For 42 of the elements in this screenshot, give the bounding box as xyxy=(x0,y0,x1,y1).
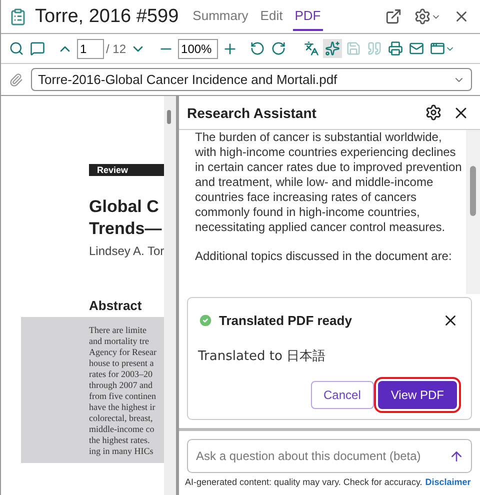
disclaimer-link[interactable]: Disclaimer xyxy=(425,477,471,487)
disclaimer-note: AI-generated content: quality may vary. Check for accuracy. xyxy=(185,477,422,487)
abstract-heading: Abstract xyxy=(89,298,143,313)
abstract-line: ing in many HICs xyxy=(89,446,154,457)
abstract-line: There are limite xyxy=(89,325,148,336)
printer-icon[interactable] xyxy=(386,39,406,58)
abstract-line: and mortality tre xyxy=(89,336,150,347)
page-field[interactable]: 1 xyxy=(77,38,104,58)
send-icon[interactable] xyxy=(449,449,464,464)
abstract-line: have the highest ir xyxy=(89,402,156,413)
abstract-line: rates for 2003–20 xyxy=(89,369,154,380)
abstract-line: Agency for Resear xyxy=(89,347,158,358)
notification-message: Translated to 日本語 xyxy=(198,348,327,365)
window-title: Torre, 2016 #599 xyxy=(35,6,179,28)
abstract-line: colorectal, breast, xyxy=(89,413,154,424)
check-icon xyxy=(198,313,213,328)
review-label: Review xyxy=(89,164,164,176)
zoom-field[interactable]: 100% xyxy=(178,38,218,58)
abstract-line: middle-income co xyxy=(89,424,156,435)
page-total: / 12 xyxy=(106,42,126,56)
tab[interactable]: Summary xyxy=(190,2,250,31)
paperclip-icon xyxy=(9,72,23,86)
tab[interactable]: Edit xyxy=(258,2,285,31)
article-authors: Lindsey A. Tor xyxy=(89,244,164,258)
abstract-line: from five continen xyxy=(89,391,157,402)
answer-paragraph: The burden of cancer is substantial worldwide, with high-income countries experiencing declines in certain cancer rates due to improved prevention and treatment, while low- and middle-income countries face increasing rates of cancers commonly found in high-income countries, necessitating applied cancer control measures. xyxy=(195,130,462,235)
clipboard-icon xyxy=(9,8,27,26)
abstract-line: house to present a xyxy=(89,358,155,369)
article-title: Global C Trends— xyxy=(89,196,163,240)
sparkles-icon[interactable] xyxy=(323,39,342,58)
scrollbar[interactable] xyxy=(164,96,176,495)
secondary-button[interactable]: Cancel xyxy=(310,381,374,409)
abstract-line: the highest rates. xyxy=(89,435,151,446)
tab[interactable]: PDF xyxy=(292,2,323,31)
notification-title: Translated PDF ready xyxy=(219,313,353,328)
answer-paragraph: Additional topics discussed in the document are: xyxy=(195,249,453,264)
scrollbar[interactable] xyxy=(466,130,480,294)
translate-icon[interactable] xyxy=(302,39,322,58)
question-field[interactable]: Ask a question about this document (beta) xyxy=(187,439,472,473)
abstract-line: through 2007 and xyxy=(89,380,154,391)
file-select[interactable]: Torre-2016-Global Cancer Incidence and Mortali.pdf xyxy=(31,68,472,91)
panel-title: Research Assistant xyxy=(187,104,316,120)
